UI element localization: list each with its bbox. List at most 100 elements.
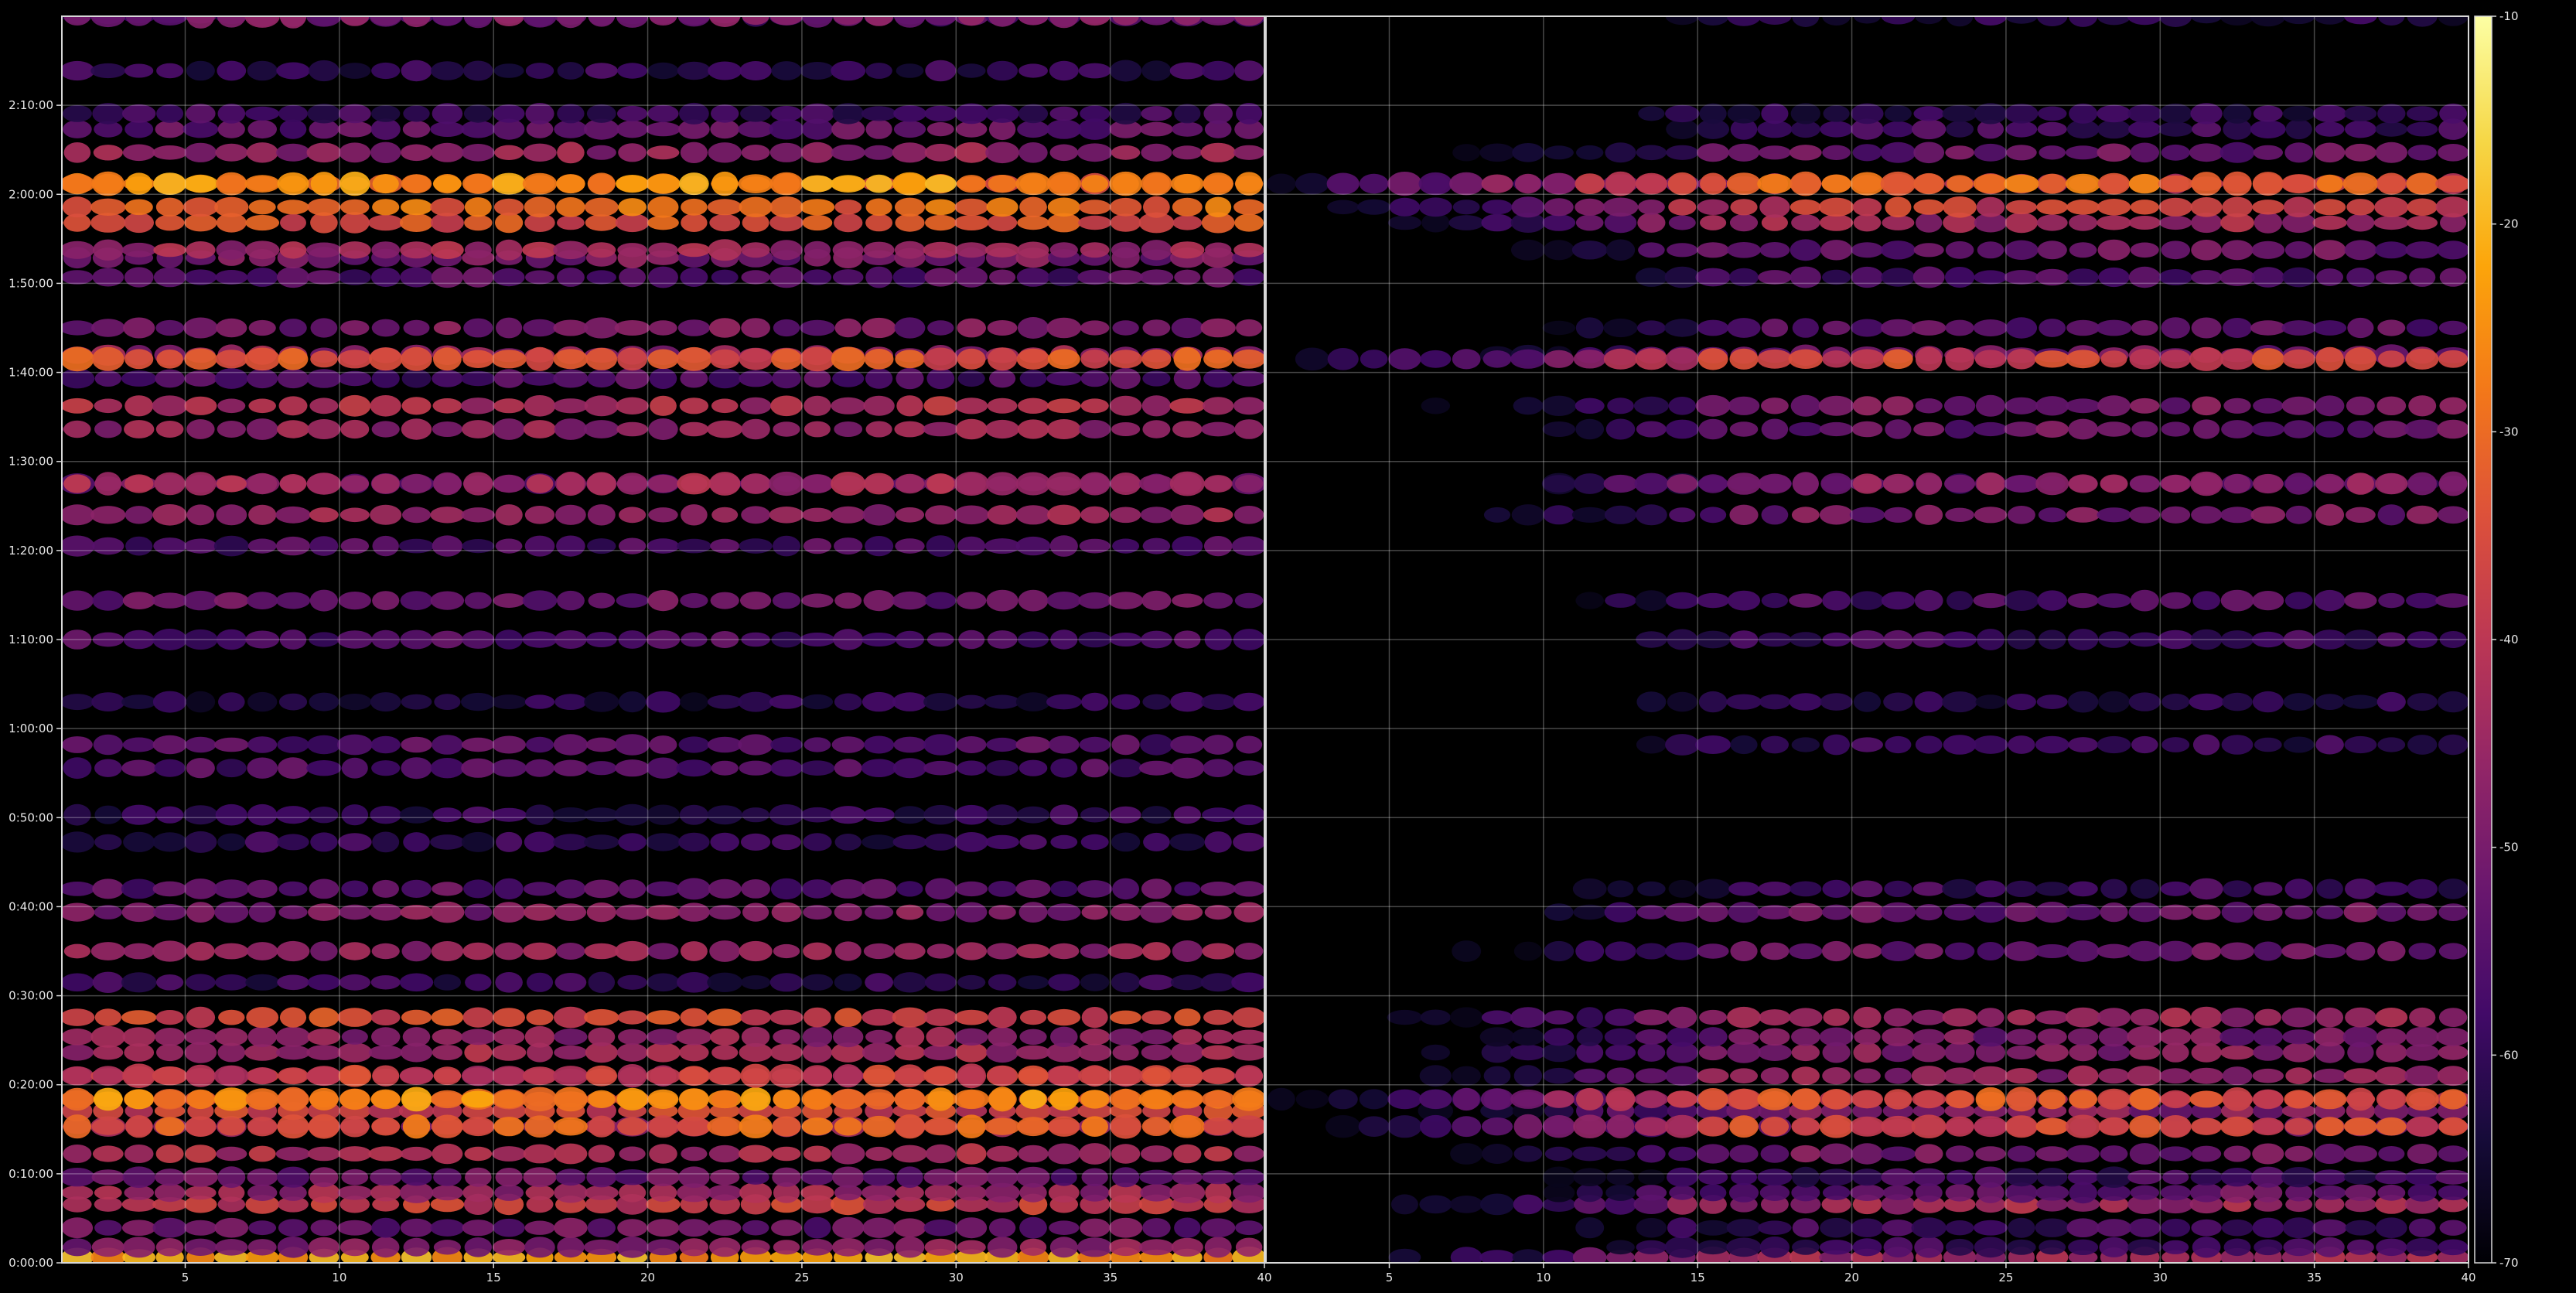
heatmap-cell <box>1819 1240 1854 1255</box>
heatmap-cell <box>2130 142 2160 163</box>
heatmap-cell <box>2004 174 2039 193</box>
heatmap-cell <box>2405 1087 2439 1111</box>
heatmap-cell <box>2223 104 2252 124</box>
heatmap-cell <box>2097 215 2131 230</box>
heatmap-cell <box>1699 1184 1727 1202</box>
heatmap-cell <box>1915 398 1943 414</box>
heatmap-cell <box>463 60 493 81</box>
heatmap-cell <box>62 104 92 122</box>
heatmap-cell <box>896 881 923 897</box>
y-tick-label: 2:10:00 <box>9 98 53 112</box>
heatmap-cell <box>275 806 311 824</box>
heatmap-cell <box>678 736 710 753</box>
heatmap-cell <box>616 1236 649 1258</box>
heatmap-cell <box>2069 1043 2097 1062</box>
heatmap-cell <box>121 759 157 776</box>
heatmap-cell <box>1854 1029 1881 1046</box>
heatmap-cell <box>556 590 585 611</box>
heatmap-cell <box>1233 1145 1264 1162</box>
heatmap-cell <box>586 761 617 776</box>
heatmap-cell <box>1945 1184 1974 1202</box>
heatmap-cell <box>1049 735 1080 754</box>
heatmap-cell <box>1203 759 1233 777</box>
heatmap-cell <box>372 591 400 610</box>
heatmap-cell <box>681 198 708 216</box>
heatmap-cell <box>1202 943 1235 960</box>
heatmap-cell <box>1974 143 2008 162</box>
heatmap-cell <box>1233 1182 1264 1203</box>
heatmap-cell <box>1233 832 1264 852</box>
heatmap-cell <box>2281 174 2317 194</box>
heatmap-cell <box>1142 319 1171 336</box>
heatmap-cell <box>2220 348 2254 370</box>
heatmap-cell <box>1698 1044 1728 1061</box>
heatmap-cell <box>370 735 401 754</box>
heatmap-cell <box>892 1145 927 1163</box>
heatmap-cell <box>1174 1217 1201 1238</box>
heatmap-cell <box>1697 1068 1729 1084</box>
heatmap-cell <box>1883 692 1913 711</box>
heatmap-cell <box>771 902 802 923</box>
heatmap-cell <box>275 592 311 609</box>
heatmap-cell <box>1231 972 1264 993</box>
heatmap-cell <box>432 535 463 557</box>
heatmap-cell <box>2223 397 2251 414</box>
heatmap-cell <box>1914 943 1943 960</box>
heatmap-cell <box>2281 396 2316 415</box>
heatmap-cell <box>1049 1220 1080 1235</box>
heatmap-cell <box>2161 421 2190 437</box>
heatmap-cell <box>372 831 400 853</box>
heatmap-cell <box>1019 1089 1047 1109</box>
heatmap-cell <box>832 103 864 125</box>
heatmap-cell <box>2346 396 2375 415</box>
heatmap-cell <box>1700 172 1727 195</box>
heatmap-cell <box>741 879 770 899</box>
heatmap-cell <box>834 759 862 777</box>
heatmap-cell <box>709 213 741 232</box>
heatmap-cell <box>1605 1087 1636 1111</box>
heatmap-cell <box>1849 1116 1885 1137</box>
heatmap-cell <box>1912 882 1945 896</box>
heatmap-cell <box>2252 200 2284 215</box>
heatmap-cell <box>279 1007 307 1028</box>
heatmap-cell <box>677 538 711 554</box>
x-tick-label: 10 <box>1536 1271 1551 1284</box>
heatmap-cell <box>248 504 277 525</box>
heatmap-cell <box>1231 536 1264 556</box>
heatmap-cell <box>399 213 434 232</box>
heatmap-cell <box>125 395 154 417</box>
heatmap-cell <box>1977 241 2005 259</box>
heatmap-cell <box>892 267 927 288</box>
heatmap-cell <box>524 535 555 557</box>
heatmap-cell <box>2254 1008 2281 1026</box>
heatmap-cell <box>1853 1006 1882 1029</box>
heatmap-cell <box>894 943 926 960</box>
heatmap-cell <box>893 1218 926 1237</box>
heatmap-cell <box>954 142 989 163</box>
heatmap-cell <box>2252 172 2284 196</box>
heatmap-cell <box>2407 472 2437 496</box>
heatmap-cell <box>739 397 772 415</box>
heatmap-cell <box>1667 243 1698 258</box>
heatmap-cell <box>1761 319 1789 337</box>
heatmap-cell <box>1944 942 1975 960</box>
heatmap-cell <box>2160 592 2191 609</box>
heatmap-cell <box>925 878 957 900</box>
heatmap-cell <box>1169 471 1205 496</box>
heatmap-cell <box>2254 737 2282 752</box>
heatmap-cell <box>1420 1009 1452 1025</box>
heatmap-cell <box>773 421 800 437</box>
heatmap-cell <box>2223 1238 2251 1257</box>
heatmap-cell <box>1759 1236 1790 1258</box>
heatmap-cell <box>2159 1146 2192 1162</box>
heatmap-cell <box>2130 242 2159 258</box>
heatmap-cell <box>2438 1239 2469 1256</box>
heatmap-cell <box>1139 1169 1174 1185</box>
heatmap-cell <box>619 1183 647 1203</box>
heatmap-cell <box>585 1065 618 1087</box>
heatmap-cell <box>1388 348 1421 370</box>
heatmap-cell <box>553 319 589 336</box>
heatmap-cell <box>803 537 832 554</box>
heatmap-cell <box>2344 592 2377 609</box>
heatmap-cell <box>1049 1087 1079 1111</box>
